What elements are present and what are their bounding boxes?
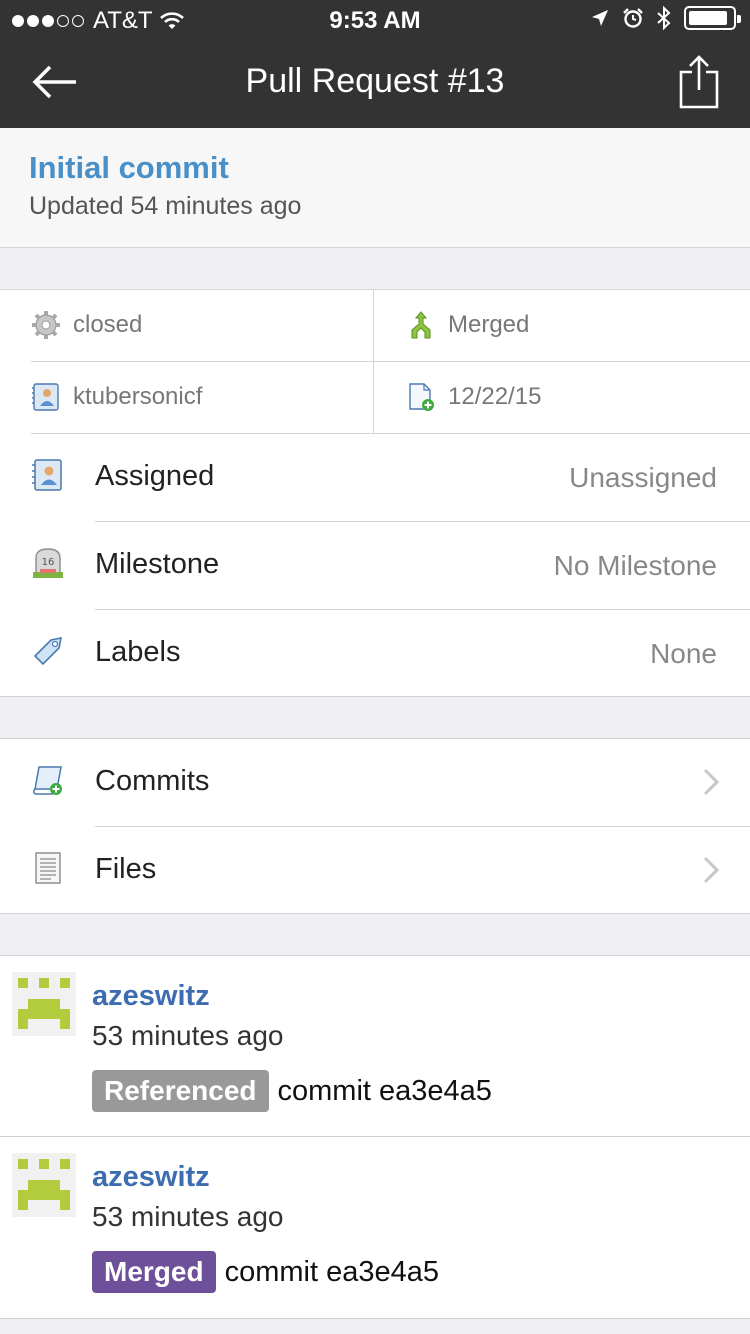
location-arrow-icon (592, 10, 608, 26)
event-item: azeswitz 53 minutes ago Merged commit ea… (0, 1137, 750, 1319)
event-item: azeswitz 53 minutes ago Referenced commi… (0, 955, 750, 1137)
row-label: Assigned (95, 460, 215, 492)
date-cell: 12/22/15 (406, 362, 541, 432)
new-file-icon (409, 383, 434, 411)
avatar[interactable] (12, 972, 76, 1036)
svg-text:16: 16 (42, 557, 55, 568)
navigation-links-section: Commits Files (0, 738, 750, 914)
row-label: Labels (95, 636, 181, 668)
alarm-clock-icon (623, 8, 643, 28)
file-document-icon (35, 852, 61, 884)
row-label: Commits (95, 765, 210, 797)
event-user[interactable]: azeswitz (92, 980, 210, 1013)
user-card-icon (32, 459, 62, 491)
page-title: Pull Request #13 (245, 62, 505, 100)
author-name[interactable]: ktubersonicf (73, 383, 202, 411)
app-screen: AT&T 9:53 AM Pull Request #13 Initial co… (0, 0, 750, 1334)
event-description: Referenced commit ea3e4a5 (92, 1070, 492, 1112)
status-right (590, 6, 741, 30)
top-bar: AT&T 9:53 AM Pull Request #13 (0, 0, 750, 128)
event-description: Merged commit ea3e4a5 (92, 1251, 439, 1293)
commit-scroll-icon (32, 766, 62, 795)
event-user[interactable]: azeswitz (92, 1161, 210, 1194)
referenced-badge: Referenced (92, 1070, 269, 1112)
commit-title[interactable]: Initial commit (29, 150, 229, 186)
row-value: None (650, 638, 717, 669)
state-text: closed (73, 311, 143, 338)
milestone-icon: 16 (33, 548, 63, 578)
milestone-row[interactable]: 16 Milestone No Milestone (0, 522, 750, 610)
share-icon[interactable] (678, 54, 720, 110)
bluetooth-icon (657, 6, 671, 30)
merge-status-text: Merged (448, 311, 530, 338)
details-section: closed Merged ktubersonicf 12/22/15 Assi… (0, 289, 750, 697)
event-time: 53 minutes ago (92, 1020, 284, 1051)
event-commit-text[interactable]: commit ea3e4a5 (278, 1075, 492, 1108)
nav-bar: Pull Request #13 (0, 40, 750, 128)
event-commit-text[interactable]: commit ea3e4a5 (225, 1256, 439, 1289)
files-row[interactable]: Files (0, 827, 750, 915)
row-value: No Milestone (553, 550, 717, 581)
chevron-right-icon (703, 856, 720, 884)
user-card-icon (32, 383, 59, 411)
merge-icon (411, 311, 431, 339)
status-bar: AT&T 9:53 AM (0, 0, 750, 40)
divider (373, 290, 374, 433)
pull-request-header: Initial commit Updated 54 minutes ago (0, 128, 750, 248)
assigned-row[interactable]: Assigned Unassigned (0, 434, 750, 522)
merged-badge: Merged (92, 1251, 216, 1293)
created-date: 12/22/15 (448, 383, 542, 410)
gear-icon (32, 311, 60, 339)
row-label: Milestone (95, 548, 220, 580)
merge-status-cell: Merged (406, 290, 529, 360)
row-label: Files (95, 853, 157, 885)
updated-time: Updated 54 minutes ago (29, 192, 302, 220)
chevron-right-icon (703, 768, 720, 796)
commits-row[interactable]: Commits (0, 739, 750, 827)
labels-row[interactable]: Labels None (0, 610, 750, 698)
tag-icon (33, 636, 63, 666)
event-time: 53 minutes ago (92, 1201, 284, 1232)
row-value: Unassigned (569, 462, 717, 493)
avatar[interactable] (12, 1153, 76, 1217)
battery-icon (684, 6, 741, 30)
author-cell: ktubersonicf (31, 362, 202, 432)
state-cell: closed (31, 290, 142, 360)
